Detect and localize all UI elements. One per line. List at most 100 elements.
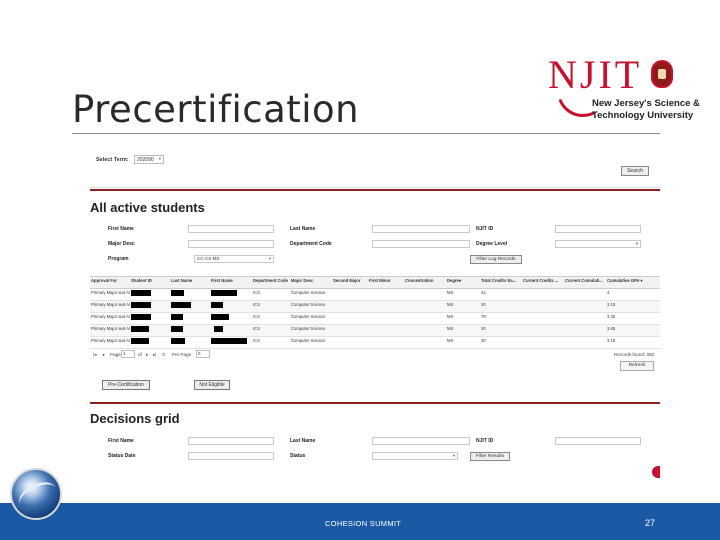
not-eligible-button[interactable]: Not Eligible	[194, 380, 230, 390]
col-header[interactable]: Last Name	[170, 277, 210, 288]
chevron-down-icon: ▾	[268, 256, 271, 261]
pre-certification-button[interactable]: Pre-Certification	[102, 380, 150, 390]
cell-first-name	[210, 313, 252, 324]
cell-degree: MS	[447, 290, 454, 295]
cell-student-id	[130, 301, 170, 312]
cell-gpa: 3.32	[607, 314, 616, 319]
col-header[interactable]: Approval For	[90, 277, 130, 288]
program-label: Program	[108, 256, 129, 262]
col-header[interactable]: Major Desc	[290, 277, 332, 288]
cell-major: Computer Science	[291, 314, 326, 319]
cell-approval: Primary Major and ACL-G	[91, 314, 130, 319]
cell-empty	[332, 337, 368, 348]
department-code-input[interactable]	[372, 240, 470, 248]
students-grid: Approval For Student ID Last Name First …	[90, 276, 660, 349]
first-name-input[interactable]	[188, 225, 274, 233]
cell-credits: 42	[481, 290, 486, 295]
table-row[interactable]: Primary Major and ACL-G ICS Computer Sci…	[90, 289, 660, 301]
decision-first-name-input[interactable]	[188, 437, 274, 445]
table-row[interactable]: Primary Major and ACL-G ICS Computer Sci…	[90, 313, 660, 325]
njit-logo: NJIT New Jersey's Science & Technology U…	[548, 54, 700, 126]
redaction-bar	[131, 314, 151, 320]
status-date-input[interactable]	[188, 452, 274, 460]
cell-empty	[368, 289, 404, 300]
redaction-bar	[131, 302, 151, 308]
cell-approval: Primary Major and ACL-G	[91, 290, 130, 295]
cell-credits: 30	[481, 302, 486, 307]
cell-last-name	[170, 325, 210, 336]
col-header[interactable]: Student ID	[130, 277, 170, 288]
prev-page-icon[interactable]: ◂	[102, 352, 104, 358]
njit-id-label: NJIT ID	[476, 226, 494, 232]
footer-text: COHESION SUMMIT	[325, 519, 402, 528]
chevron-down-icon: ▾	[640, 278, 643, 283]
search-button[interactable]: Search	[621, 166, 649, 176]
app-screenshot: Select Term: 202090 ▾ Search All active …	[90, 150, 660, 478]
refresh-button[interactable]: Refresh	[620, 361, 654, 371]
cell-last-name	[170, 301, 210, 312]
program-select[interactable]: CC-CS-MS ▾	[194, 255, 274, 263]
njit-id-input[interactable]	[555, 225, 641, 233]
col-header[interactable]: Degree	[446, 277, 480, 288]
major-desc-input[interactable]	[188, 240, 274, 248]
col-header[interactable]: Concentration	[404, 277, 446, 288]
chevron-down-icon: ▾	[635, 241, 638, 246]
cell-empty	[368, 325, 404, 336]
filter-results-button[interactable]: Filter Results	[470, 452, 510, 461]
redaction-bar	[131, 326, 149, 332]
cell-empty	[522, 301, 564, 312]
cell-student-id	[130, 325, 170, 336]
col-header[interactable]: Current Cumulati...	[564, 277, 606, 288]
first-page-icon[interactable]: |◂	[93, 352, 97, 358]
cell-student-id	[130, 289, 170, 300]
last-name-input[interactable]	[372, 225, 470, 233]
refresh-icon[interactable]: ↻	[162, 352, 166, 358]
redaction-bar	[171, 290, 184, 296]
col-header[interactable]: First Minor	[368, 277, 404, 288]
col-header[interactable]: Current Credits ...	[522, 277, 564, 288]
cell-degree: MS	[447, 338, 454, 343]
cell-first-name	[210, 325, 252, 336]
last-page-icon[interactable]: ▸|	[153, 352, 157, 358]
active-students-title: All active students	[90, 200, 205, 215]
col-header[interactable]: Total Credits Ea...	[480, 277, 522, 288]
table-row[interactable]: Primary Major and ACL-G ICS Computer Sci…	[90, 325, 660, 337]
col-header[interactable]: Second Major	[332, 277, 368, 288]
cell-last-name	[170, 289, 210, 300]
col-header[interactable]: First Name	[210, 277, 252, 288]
cell-approval: Primary Major and ACL-G	[91, 326, 130, 331]
pager-of-label: of	[138, 352, 142, 357]
col-header[interactable]: Cumulative GPA ▾	[606, 277, 660, 288]
decision-first-name-label: First Name	[108, 438, 134, 444]
slide-footer: COHESION SUMMIT 27	[0, 503, 720, 540]
cell-empty	[368, 313, 404, 324]
cell-empty	[404, 301, 446, 312]
table-row[interactable]: Primary Major and ACL-G ICS Computer Sci…	[90, 337, 660, 349]
decision-njit-id-input[interactable]	[555, 437, 641, 445]
cell-credits: 79	[481, 314, 486, 319]
cell-first-name	[210, 337, 252, 348]
cell-empty	[404, 289, 446, 300]
decision-last-name-input[interactable]	[372, 437, 470, 445]
cell-student-id	[130, 313, 170, 324]
table-row[interactable]: Primary Major and ACL-G ICS Computer Sci…	[90, 301, 660, 313]
redaction-bar	[171, 326, 183, 332]
status-select[interactable]: ▾	[372, 452, 458, 460]
page-number: 27	[645, 518, 656, 528]
globe-logo-icon	[10, 468, 62, 520]
cell-approval: Primary Major and ACL-G	[91, 338, 130, 343]
term-select[interactable]: 202090 ▾	[134, 155, 164, 164]
cell-gpa: 3.15	[607, 338, 616, 343]
title-divider	[72, 133, 660, 134]
cell-empty	[522, 337, 564, 348]
col-header[interactable]: Department Code	[252, 277, 290, 288]
cell-gpa: 3.65	[607, 326, 616, 331]
degree-level-select[interactable]: ▾	[555, 240, 641, 248]
cell-empty	[368, 301, 404, 312]
page-number-input[interactable]: 1	[121, 350, 135, 358]
chevron-down-icon: ▾	[158, 156, 161, 161]
cell-first-name	[210, 289, 252, 300]
filter-log-records-button[interactable]: Filter Log Records	[470, 255, 522, 264]
next-page-icon[interactable]: ▸	[146, 352, 148, 358]
per-page-select[interactable]: 5	[196, 350, 210, 358]
